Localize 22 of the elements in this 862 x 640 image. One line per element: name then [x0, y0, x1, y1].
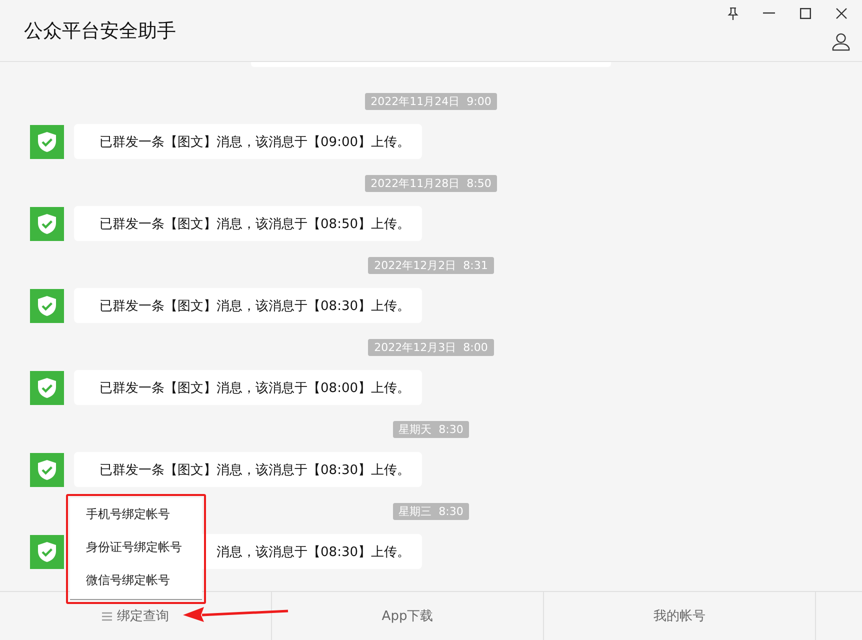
timestamp: 2022年12月2日 8:31: [368, 257, 494, 274]
timestamp: 星期天 8:30: [392, 421, 470, 438]
timestamp: 2022年12月3日 8:00: [368, 339, 494, 356]
shield-check-icon: [30, 370, 64, 404]
message-bubble: 已群发一条【图文】消息，该消息于【08:30】上传。: [74, 452, 422, 487]
message-bubble: 已群发一条【图文】消息，该消息于【08:50】上传。: [74, 206, 422, 241]
window-title: 公众平台安全助手: [24, 18, 176, 44]
menu-tab[interactable]: App下载: [272, 592, 544, 640]
message-bubble: 已群发一条【图文】消息，该消息于【08:00】上传。: [74, 370, 422, 405]
shield-check-icon: [30, 206, 64, 240]
timestamp: 2022年11月24日 9:00: [364, 93, 498, 110]
shield-check-icon: [30, 288, 64, 322]
shield-check-icon: [30, 124, 64, 158]
menu-icon: [102, 612, 112, 620]
shield-check-icon: [30, 534, 64, 568]
timestamp: 2022年11月28日 8:50: [364, 175, 498, 192]
shield-check-icon: [30, 452, 64, 486]
message-bubble: 已群发一条【图文】消息，该消息于【09:00】上传。: [74, 124, 422, 159]
menu-item[interactable]: 手机号绑定帐号: [70, 498, 202, 531]
message-bubble: 已群发一条【图文】消息，该消息于【08:30】上传。: [74, 288, 422, 323]
timestamp: 星期三 8:30: [392, 503, 470, 520]
menu-tab[interactable]: 我的帐号: [544, 592, 816, 640]
